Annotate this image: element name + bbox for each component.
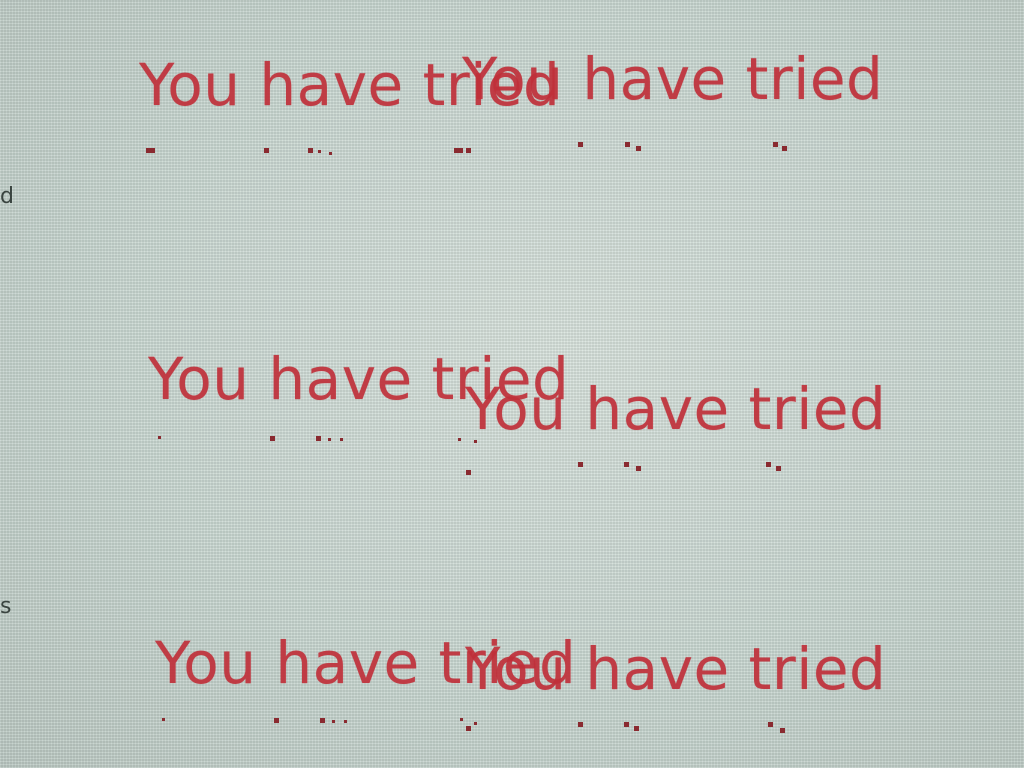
dot-trail	[578, 722, 938, 733]
dot-trail	[162, 718, 522, 731]
tried-message: You have tried	[465, 375, 887, 443]
screen: d s You have tried You have tried You ha…	[0, 0, 1024, 768]
edge-glyph: s	[0, 594, 12, 619]
dot-trail	[146, 148, 506, 156]
tried-message: You have tried	[465, 635, 887, 703]
dot-trail	[466, 462, 826, 475]
edge-glyph: d	[0, 184, 14, 209]
tried-message: You have tried	[462, 45, 884, 113]
dot-trail	[158, 436, 518, 444]
dot-trail	[578, 142, 938, 151]
